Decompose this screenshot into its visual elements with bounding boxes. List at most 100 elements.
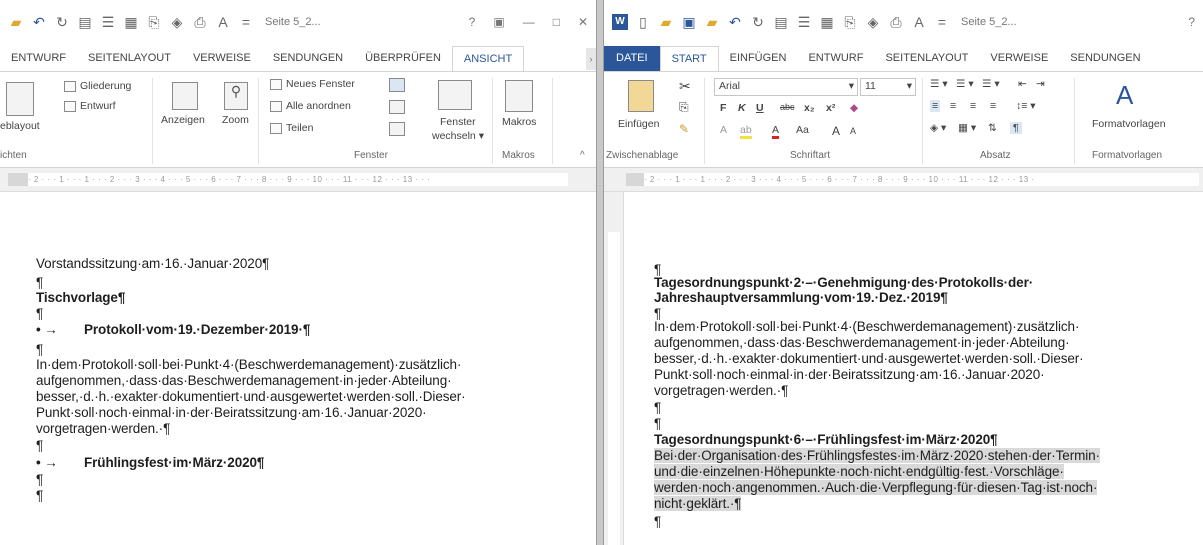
help-icon[interactable]: ? <box>469 15 476 29</box>
macros-icon[interactable] <box>505 80 533 112</box>
undo-icon[interactable]: ↶ <box>727 14 743 30</box>
switch-windows-icon[interactable] <box>438 80 472 110</box>
styles-button[interactable]: Formatvorlagen <box>1092 118 1166 130</box>
shading-icon[interactable]: ◈ <box>169 14 185 30</box>
new-document-icon[interactable]: ▯ <box>635 14 651 30</box>
bold-button[interactable]: F <box>720 102 726 114</box>
format-painter-icon[interactable]: ✎ <box>679 122 689 136</box>
reset-window-icon[interactable] <box>389 122 405 136</box>
customize-icon[interactable]: = <box>934 14 950 30</box>
grow-font-button[interactable]: A <box>832 124 840 138</box>
align-left-icon[interactable]: ≡ <box>930 100 941 112</box>
align-right-icon[interactable]: ≡ <box>970 100 976 112</box>
paste-button[interactable]: Einfügen <box>618 118 659 130</box>
tab-seitenlayout[interactable]: SEITENLAYOUT <box>874 46 979 72</box>
cut-icon[interactable]: ✂ <box>679 78 691 95</box>
clear-format-icon[interactable]: ◆ <box>850 102 858 114</box>
styles-icon[interactable]: A <box>1116 80 1133 111</box>
list-icon[interactable]: ☰ <box>100 14 116 30</box>
increase-indent-icon[interactable]: ⇥ <box>1036 78 1045 90</box>
tab-verweise[interactable]: VERWEISE <box>979 46 1059 72</box>
tab-sendungen[interactable]: SENDUNGEN <box>262 46 354 72</box>
collapse-ribbon-icon[interactable]: ^ <box>580 150 585 161</box>
numbering-icon[interactable]: ☰ ▾ <box>956 78 974 90</box>
tab-sendungen[interactable]: SENDUNGEN <box>1059 46 1151 72</box>
horizontal-ruler[interactable]: · 2 · · · 1 · · · 1 · · · 2 · · · 3 · · … <box>604 168 1203 192</box>
tab-einfuegen[interactable]: EINFÜGEN <box>719 46 798 72</box>
font-color-icon[interactable]: A <box>215 14 231 30</box>
shading-button-icon[interactable]: ◈ ▾ <box>930 122 946 134</box>
font-color-button[interactable]: A <box>772 124 780 139</box>
list-icon[interactable]: ☰ <box>796 14 812 30</box>
sort-icon[interactable]: ⇅ <box>988 122 997 134</box>
zoom-icon[interactable]: ⚲ <box>224 82 248 110</box>
print-preview-icon[interactable]: ▤ <box>77 14 93 30</box>
switch-windows-button-2[interactable]: wechseln ▾ <box>432 130 484 142</box>
ribbon-options-icon[interactable]: ▣ <box>493 15 504 29</box>
show-button[interactable]: Anzeigen <box>161 114 205 126</box>
tab-entwurf[interactable]: ENTWURF <box>797 46 874 72</box>
change-case-button[interactable]: Aa <box>796 124 809 136</box>
multilevel-icon[interactable]: ☰ ▾ <box>982 78 1000 90</box>
highlight-icon[interactable]: ab <box>740 124 752 139</box>
tab-seitenlayout[interactable]: SEITENLAYOUT <box>77 46 182 72</box>
word-app-icon[interactable]: W <box>612 14 628 30</box>
switch-windows-button[interactable]: Fenster <box>440 116 476 128</box>
copy-format-icon[interactable]: ⎘ <box>146 14 162 30</box>
shrink-font-button[interactable]: A <box>850 126 856 136</box>
maximize-icon[interactable]: □ <box>553 15 560 29</box>
open-folder-icon[interactable]: ▰ <box>658 14 674 30</box>
table-icon[interactable]: ▦ <box>819 14 835 30</box>
tab-ansicht[interactable]: ANSICHT <box>451 46 525 72</box>
font-size-select[interactable]: 11 ▾ <box>860 78 916 96</box>
borders-icon[interactable]: ▦ ▾ <box>958 122 976 134</box>
underline-button[interactable]: U <box>756 102 764 114</box>
text-effects-icon[interactable]: A <box>720 124 727 136</box>
customize-icon[interactable]: = <box>238 14 254 30</box>
draft-button[interactable]: Entwurf <box>64 100 116 112</box>
italic-button[interactable]: K <box>738 102 746 114</box>
web-layout-icon[interactable] <box>6 82 34 116</box>
vertical-ruler[interactable] <box>604 192 624 545</box>
macros-button[interactable]: Makros <box>502 116 536 128</box>
shading-icon[interactable]: ◈ <box>865 14 881 30</box>
zoom-button[interactable]: Zoom <box>222 114 249 126</box>
table-icon[interactable]: ▦ <box>123 14 139 30</box>
save-icon[interactable]: ▣ <box>681 14 697 30</box>
folder-icon[interactable]: ▰ <box>704 14 720 30</box>
web-layout-button[interactable]: eblayout <box>0 120 40 132</box>
arrange-all-button[interactable]: Alle anordnen <box>270 100 351 112</box>
redo-icon[interactable]: ↻ <box>54 14 70 30</box>
view-side-by-side-icon[interactable] <box>389 78 405 92</box>
tab-start[interactable]: START <box>659 46 719 72</box>
document-page-right[interactable]: ¶ Tagesordnungspunkt·2·–·Genehmigung·des… <box>604 192 1203 545</box>
tab-datei[interactable]: DATEI <box>604 46 660 72</box>
folder-icon[interactable]: ▰ <box>8 14 24 30</box>
print-preview-icon[interactable]: ▤ <box>773 14 789 30</box>
redo-icon[interactable]: ↻ <box>750 14 766 30</box>
subscript-button[interactable]: x₂ <box>804 102 815 114</box>
outline-button[interactable]: Gliederung <box>64 80 131 92</box>
paragraph-style-icon[interactable]: ⎙ <box>192 14 208 30</box>
tab-entwurf[interactable]: ENTWURF <box>0 46 77 72</box>
document-page-left[interactable]: Vorstandssitzung·am·16.·Januar·2020¶ ¶ T… <box>0 192 596 545</box>
split-button[interactable]: Teilen <box>270 122 313 134</box>
font-color-icon[interactable]: A <box>911 14 927 30</box>
undo-icon[interactable]: ↶ <box>31 14 47 30</box>
close-icon[interactable]: ✕ <box>578 15 588 29</box>
sync-scroll-icon[interactable] <box>389 100 405 114</box>
tab-scroll-right[interactable]: › <box>586 48 596 70</box>
copy-format-icon[interactable]: ⎘ <box>842 14 858 30</box>
justify-icon[interactable]: ≡ <box>990 100 996 112</box>
superscript-button[interactable]: x² <box>826 102 835 114</box>
show-icon[interactable] <box>172 82 198 110</box>
horizontal-ruler[interactable]: · 2 · · · 1 · · · 1 · · · 2 · · · 3 · · … <box>0 168 596 192</box>
tab-ueberpruefen[interactable]: ÜBERPRÜFEN <box>354 46 452 72</box>
help-icon[interactable]: ? <box>1188 15 1195 29</box>
font-name-select[interactable]: Arial ▾ <box>714 78 858 96</box>
paste-icon[interactable] <box>628 80 654 112</box>
bullets-icon[interactable]: ☰ ▾ <box>930 78 948 90</box>
line-spacing-icon[interactable]: ↕≡ ▾ <box>1016 100 1036 112</box>
paragraph-style-icon[interactable]: ⎙ <box>888 14 904 30</box>
minimize-icon[interactable]: — <box>523 15 535 29</box>
